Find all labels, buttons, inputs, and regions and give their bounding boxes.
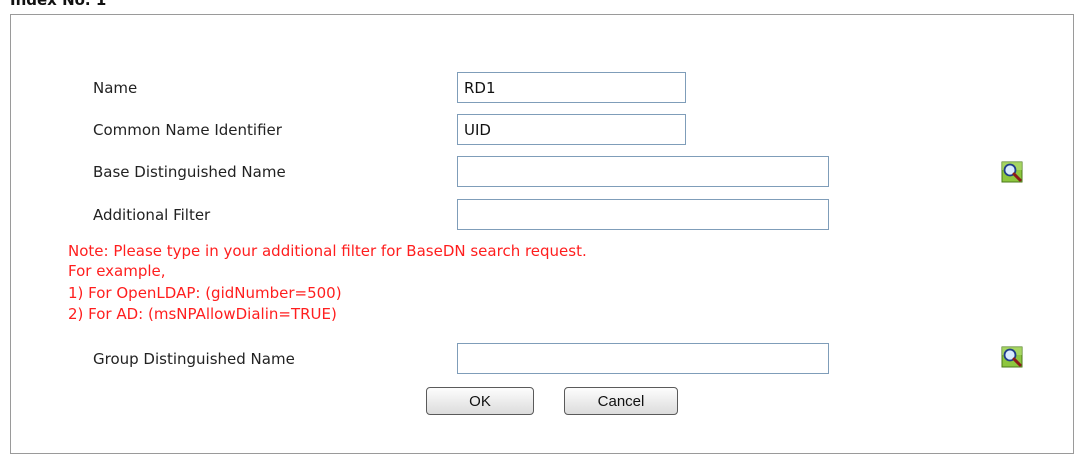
base-dn-search-icon[interactable] — [1001, 161, 1023, 183]
note-line-3: 1) For OpenLDAP: (gidNumber=500) — [68, 284, 342, 302]
cancel-button[interactable]: Cancel — [564, 387, 678, 415]
additional-filter-input[interactable] — [457, 199, 829, 230]
page-title: Index No. 1 — [10, 0, 107, 9]
group-dn-label: Group Distinguished Name — [93, 350, 295, 368]
name-input[interactable] — [457, 72, 686, 103]
common-name-identifier-input[interactable] — [457, 114, 686, 145]
base-dn-input[interactable] — [457, 156, 829, 187]
ok-button[interactable]: OK — [426, 387, 534, 415]
group-dn-input[interactable] — [457, 343, 829, 374]
note-line-2: For example, — [68, 262, 166, 280]
note-line-4: 2) For AD: (msNPAllowDialin=TRUE) — [68, 305, 337, 323]
note-line-1: Note: Please type in your additional fil… — [68, 242, 587, 260]
additional-filter-label: Additional Filter — [93, 206, 211, 224]
group-dn-search-icon[interactable] — [1001, 346, 1023, 368]
base-dn-label: Base Distinguished Name — [93, 163, 286, 181]
common-name-identifier-label: Common Name Identifier — [93, 121, 282, 139]
name-label: Name — [93, 79, 138, 97]
